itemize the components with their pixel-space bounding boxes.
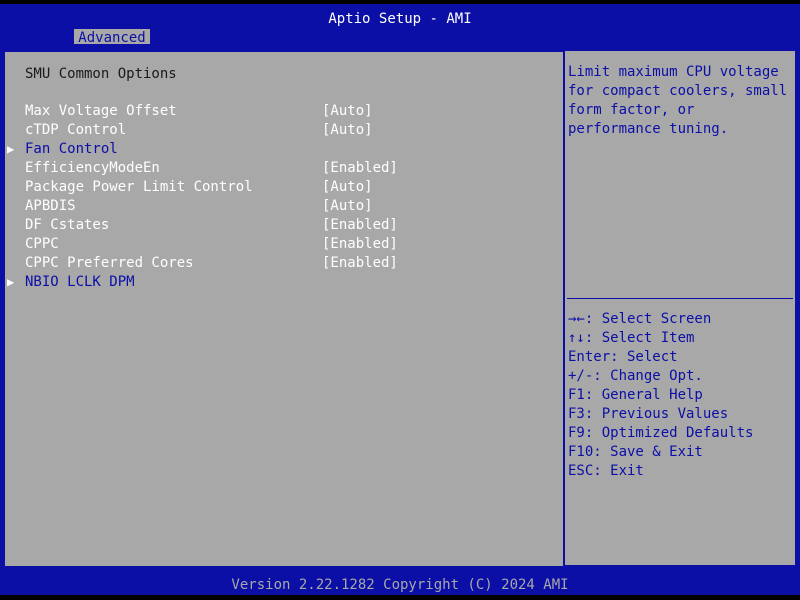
key-hint-enter: Enter: Select <box>568 349 678 365</box>
key-hint-select-item: ↑↓: Select Item <box>568 330 695 346</box>
key-hint-select-screen: →←: Select Screen <box>568 311 712 327</box>
setting-ctdp-control[interactable]: cTDP Control [Auto] <box>5 121 563 140</box>
key-hint-optimized-defaults: F9: Optimized Defaults <box>568 425 754 441</box>
setting-max-voltage-offset[interactable]: Max Voltage Offset [Auto] <box>5 102 563 121</box>
help-line: performance tuning. <box>568 121 729 137</box>
setting-label: CPPC <box>25 236 59 252</box>
submenu-arrow-icon: ▶ <box>7 275 15 289</box>
setting-value[interactable]: [Enabled] <box>322 254 398 272</box>
setting-value[interactable]: [Auto] <box>322 102 373 120</box>
setting-value[interactable]: [Enabled] <box>322 235 398 253</box>
window-title: Aptio Setup - AMI <box>328 11 472 27</box>
help-line: for compact coolers, small <box>568 83 788 99</box>
setting-df-cstates[interactable]: DF Cstates [Enabled] <box>5 216 563 235</box>
settings-pane: SMU Common Options Max Voltage Offset [A… <box>4 51 564 567</box>
main-area: SMU Common Options Max Voltage Offset [A… <box>0 44 800 576</box>
footer-version: Version 2.22.1282 Copyright (C) 2024 AMI <box>0 576 800 595</box>
setting-value[interactable]: [Enabled] <box>322 159 398 177</box>
key-legend: →←: Select Screen ↑↓: Select Item Enter:… <box>568 310 790 481</box>
setting-value[interactable]: [Auto] <box>322 121 373 139</box>
key-hint-save-exit: F10: Save & Exit <box>568 444 703 460</box>
key-hint-exit: ESC: Exit <box>568 463 644 479</box>
setting-efficiency-mode[interactable]: EfficiencyModeEn [Enabled] <box>5 159 563 178</box>
setting-package-power-limit-control[interactable]: Package Power Limit Control [Auto] <box>5 178 563 197</box>
setting-value[interactable]: [Enabled] <box>322 216 398 234</box>
help-pane: Limit maximum CPU voltage for compact co… <box>565 51 795 565</box>
setting-label: DF Cstates <box>25 217 110 233</box>
key-hint-previous-values: F3: Previous Values <box>568 406 729 422</box>
help-divider <box>567 298 793 299</box>
setting-label: CPPC Preferred Cores <box>25 255 194 271</box>
setting-label: NBIO LCLK DPM <box>25 274 135 290</box>
help-description: Limit maximum CPU voltage for compact co… <box>568 63 790 139</box>
submenu-fan-control[interactable]: ▶ Fan Control <box>5 140 563 159</box>
setting-cppc-preferred-cores[interactable]: CPPC Preferred Cores [Enabled] <box>5 254 563 273</box>
submenu-arrow-icon: ▶ <box>7 142 15 156</box>
setting-label: Max Voltage Offset <box>25 103 177 119</box>
submenu-nbio-lclk-dpm[interactable]: ▶ NBIO LCLK DPM <box>5 273 563 292</box>
help-line: form factor, or <box>568 102 695 118</box>
setting-value[interactable]: [Auto] <box>322 178 373 196</box>
section-title: SMU Common Options <box>25 66 177 82</box>
top-bar: Aptio Setup - AMI Advanced <box>0 4 800 48</box>
setting-label: APBDIS <box>25 198 76 214</box>
setting-label: Package Power Limit Control <box>25 179 253 195</box>
setting-label: cTDP Control <box>25 122 127 138</box>
setting-cppc[interactable]: CPPC [Enabled] <box>5 235 563 254</box>
key-hint-general-help: F1: General Help <box>568 387 703 403</box>
key-hint-change-opt: +/-: Change Opt. <box>568 368 703 384</box>
setting-label: Fan Control <box>25 141 118 157</box>
setting-value[interactable]: [Auto] <box>322 197 373 215</box>
setting-label: EfficiencyModeEn <box>25 160 160 176</box>
setting-apbdis[interactable]: APBDIS [Auto] <box>5 197 563 216</box>
help-line: Limit maximum CPU voltage <box>568 64 779 80</box>
